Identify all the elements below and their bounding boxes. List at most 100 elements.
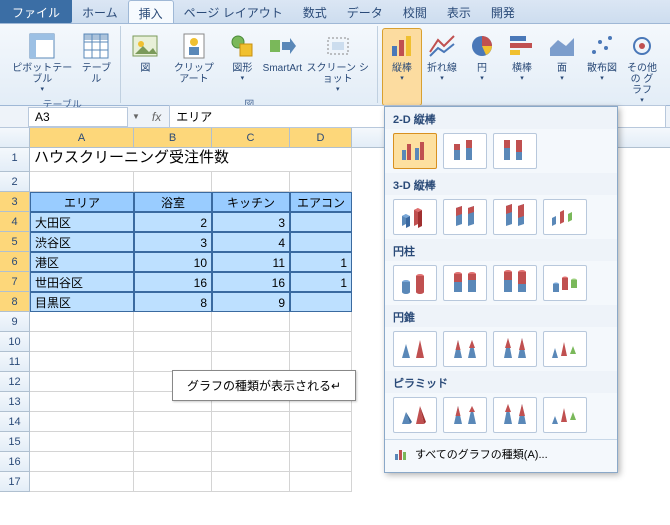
- cell[interactable]: [30, 412, 134, 432]
- cell[interactable]: [134, 352, 212, 372]
- cell[interactable]: [212, 332, 290, 352]
- row-header[interactable]: 1: [0, 148, 30, 172]
- cell[interactable]: [290, 312, 352, 332]
- chart-2d-stacked[interactable]: [443, 133, 487, 169]
- table-button[interactable]: テーブル: [76, 28, 116, 95]
- cell-value[interactable]: 3: [134, 232, 212, 252]
- cell[interactable]: [30, 352, 134, 372]
- row-header[interactable]: 14: [0, 412, 30, 432]
- cell-area[interactable]: 大田区: [30, 212, 134, 232]
- tab-home[interactable]: ホーム: [72, 0, 128, 23]
- chart-2d-100stacked[interactable]: [493, 133, 537, 169]
- table-header[interactable]: エリア: [30, 192, 134, 212]
- cell[interactable]: [30, 392, 134, 412]
- cell-area[interactable]: 世田谷区: [30, 272, 134, 292]
- screenshot-button[interactable]: スクリーン ショット▾: [302, 28, 373, 95]
- row-header[interactable]: 8: [0, 292, 30, 312]
- col-header-C[interactable]: C: [212, 128, 290, 147]
- row-header[interactable]: 15: [0, 432, 30, 452]
- chart-cyl-100stacked[interactable]: [493, 265, 537, 301]
- chart-2d-clustered[interactable]: [393, 133, 437, 169]
- title-cell[interactable]: ハウスクリーニング受注件数: [30, 148, 352, 172]
- row-header[interactable]: 6: [0, 252, 30, 272]
- pie-chart-button[interactable]: 円▾: [462, 28, 502, 106]
- other-chart-button[interactable]: その他の グラフ▾: [622, 28, 662, 106]
- chart-cone-clustered[interactable]: [393, 331, 437, 367]
- cell[interactable]: [30, 312, 134, 332]
- cell-value[interactable]: 4: [212, 232, 290, 252]
- cell[interactable]: [212, 452, 290, 472]
- row-header[interactable]: 9: [0, 312, 30, 332]
- tab-file[interactable]: ファイル: [0, 0, 72, 23]
- cell[interactable]: [134, 312, 212, 332]
- row-header[interactable]: 12: [0, 372, 30, 392]
- chart-cone-100stacked[interactable]: [493, 331, 537, 367]
- cell[interactable]: [212, 472, 290, 492]
- cell-value[interactable]: 16: [212, 272, 290, 292]
- cell[interactable]: [30, 432, 134, 452]
- shapes-button[interactable]: 図形▾: [222, 28, 262, 95]
- chart-3d-clustered[interactable]: [393, 199, 437, 235]
- col-header-D[interactable]: D: [290, 128, 352, 147]
- cell[interactable]: [212, 432, 290, 452]
- tab-developer[interactable]: 開発: [481, 0, 525, 23]
- clipart-button[interactable]: クリップ アート: [165, 28, 222, 95]
- tab-view[interactable]: 表示: [437, 0, 481, 23]
- cell[interactable]: [290, 432, 352, 452]
- col-header-B[interactable]: B: [134, 128, 212, 147]
- line-chart-button[interactable]: 折れ線▾: [422, 28, 462, 106]
- scatter-chart-button[interactable]: 散布図▾: [582, 28, 622, 106]
- table-header[interactable]: 浴室: [134, 192, 212, 212]
- pivot-table-button[interactable]: ピボットテーブル▾: [8, 28, 76, 95]
- cell[interactable]: [134, 472, 212, 492]
- namebox-dropdown[interactable]: ▼: [128, 112, 144, 121]
- cell[interactable]: [290, 472, 352, 492]
- cell[interactable]: [290, 452, 352, 472]
- cell[interactable]: [134, 172, 212, 192]
- area-chart-button[interactable]: 面▾: [542, 28, 582, 106]
- all-chart-types[interactable]: すべてのグラフの種類(A)...: [385, 439, 617, 468]
- cell-value[interactable]: [290, 232, 352, 252]
- row-header[interactable]: 17: [0, 472, 30, 492]
- cell[interactable]: [30, 452, 134, 472]
- chart-3d-stacked[interactable]: [443, 199, 487, 235]
- cell[interactable]: [30, 372, 134, 392]
- chart-cyl-stacked[interactable]: [443, 265, 487, 301]
- chart-pyr-stacked[interactable]: [443, 397, 487, 433]
- tab-insert[interactable]: 挿入: [128, 0, 174, 23]
- cell-value[interactable]: [290, 212, 352, 232]
- cell[interactable]: [212, 312, 290, 332]
- cell-value[interactable]: [290, 292, 352, 312]
- cell-value[interactable]: 10: [134, 252, 212, 272]
- cell[interactable]: [290, 172, 352, 192]
- cell[interactable]: [30, 172, 134, 192]
- cell-area[interactable]: 目黒区: [30, 292, 134, 312]
- tab-review[interactable]: 校閲: [393, 0, 437, 23]
- smartart-button[interactable]: SmartArt: [262, 28, 302, 95]
- cell[interactable]: [30, 472, 134, 492]
- cell-value[interactable]: 3: [212, 212, 290, 232]
- row-header[interactable]: 4: [0, 212, 30, 232]
- cell-value[interactable]: 9: [212, 292, 290, 312]
- chart-3d-100stacked[interactable]: [493, 199, 537, 235]
- cell-value[interactable]: 16: [134, 272, 212, 292]
- tab-pagelayout[interactable]: ページ レイアウト: [174, 0, 293, 23]
- chart-pyr-100stacked[interactable]: [493, 397, 537, 433]
- cell[interactable]: [134, 432, 212, 452]
- tab-formulas[interactable]: 数式: [293, 0, 337, 23]
- column-chart-button[interactable]: 縦棒▾: [382, 28, 422, 106]
- cell[interactable]: [212, 352, 290, 372]
- row-header[interactable]: 2: [0, 172, 30, 192]
- table-header[interactable]: エアコン: [290, 192, 352, 212]
- cell-value[interactable]: 1: [290, 252, 352, 272]
- row-header[interactable]: 5: [0, 232, 30, 252]
- cell-value[interactable]: 1: [290, 272, 352, 292]
- cell[interactable]: [134, 412, 212, 432]
- chart-pyr-3d[interactable]: [543, 397, 587, 433]
- cell-value[interactable]: 2: [134, 212, 212, 232]
- chart-3d-column[interactable]: [543, 199, 587, 235]
- col-header-A[interactable]: A: [30, 128, 134, 147]
- row-header[interactable]: 16: [0, 452, 30, 472]
- name-box[interactable]: A3: [28, 107, 128, 127]
- table-header[interactable]: キッチン: [212, 192, 290, 212]
